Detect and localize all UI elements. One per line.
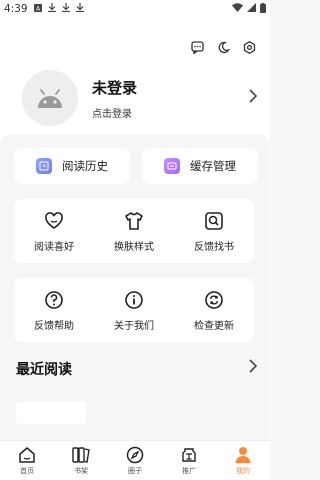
status-time: 4:39 [4,3,28,15]
feedback-help-label: 反馈帮助 [34,320,74,332]
chevron-right-icon[interactable] [248,358,258,378]
about-us-label: 关于我们 [114,320,154,332]
robot-avatar-icon [38,89,62,108]
skin-style-button[interactable]: 换肤样式 [99,210,169,253]
nav-mine[interactable]: 我的 [218,446,268,476]
reading-history-button[interactable]: 阅读历史 [14,148,130,184]
download-icon [47,3,56,15]
refresh-icon [203,289,225,311]
cache-management-label: 缓存管理 [190,159,236,173]
reading-preference-label: 阅读喜好 [34,241,74,253]
nav-promote-label: 推广 [182,466,196,475]
nav-circle[interactable]: 圈子 [110,446,160,476]
feedback-help-button[interactable]: 反馈帮助 [19,289,89,332]
heart-icon [43,210,65,232]
search-book-icon [203,210,225,232]
chevron-right-icon[interactable] [248,88,258,108]
help-icon [43,289,65,311]
function-grid-1: 阅读喜好 换肤样式 反馈找书 [14,199,254,263]
about-us-button[interactable]: 关于我们 [99,289,169,332]
nav-circle-label: 圈子 [128,466,142,475]
skin-style-label: 换肤样式 [114,241,154,253]
tshirt-icon [123,210,145,232]
night-mode-icon[interactable] [216,40,230,54]
nav-bookshelf-label: 书架 [74,466,88,475]
reading-history-label: 阅读历史 [62,159,108,173]
history-icon [36,158,52,174]
cache-management-button[interactable]: 缓存管理 [142,148,258,184]
menu-card: 阅读历史 缓存管理 阅读喜好 换肤样式 反馈找书 反馈帮助 关于我们 检查更新 … [0,134,270,440]
feedback-find-book-label: 反馈找书 [194,241,234,253]
signal-icon [247,3,256,15]
download-icon [75,3,84,15]
nav-bookshelf[interactable]: 书架 [56,446,106,476]
login-prompt[interactable]: 点击登录 [92,105,137,120]
status-bar: 4:39 A [0,0,270,18]
recent-reading-title: 最近阅读 [16,362,72,378]
check-update-label: 检查更新 [194,320,234,332]
battery-icon [260,2,266,16]
bottom-navigation: 首页 书架 圈子 推广 我的 [0,440,270,480]
nav-mine-label: 我的 [236,466,250,475]
notification-a-icon: A [33,3,42,15]
bookshelf-icon [72,446,90,464]
info-icon [123,289,145,311]
message-icon[interactable] [190,40,204,54]
check-update-button[interactable]: 检查更新 [179,289,249,332]
login-area[interactable]: 未登录 点击登录 [22,70,137,126]
wifi-icon [232,3,243,15]
nav-home-label: 首页 [20,466,34,475]
promote-icon [180,446,198,464]
nav-home[interactable]: 首页 [2,446,52,476]
profile-icon [234,446,252,464]
recent-book-placeholder [16,402,86,424]
feedback-find-book-button[interactable]: 反馈找书 [179,210,249,253]
avatar[interactable] [22,70,78,126]
compass-icon [126,446,144,464]
reading-preference-button[interactable]: 阅读喜好 [19,210,89,253]
download-icon [61,3,70,15]
home-icon [18,446,36,464]
nav-promote[interactable]: 推广 [164,446,214,476]
settings-icon[interactable] [242,40,256,54]
function-grid-2: 反馈帮助 关于我们 检查更新 [14,278,254,342]
profile-name: 未登录 [92,78,138,97]
profile-header: 未登录 点击登录 [0,18,270,148]
cache-icon [164,158,180,174]
